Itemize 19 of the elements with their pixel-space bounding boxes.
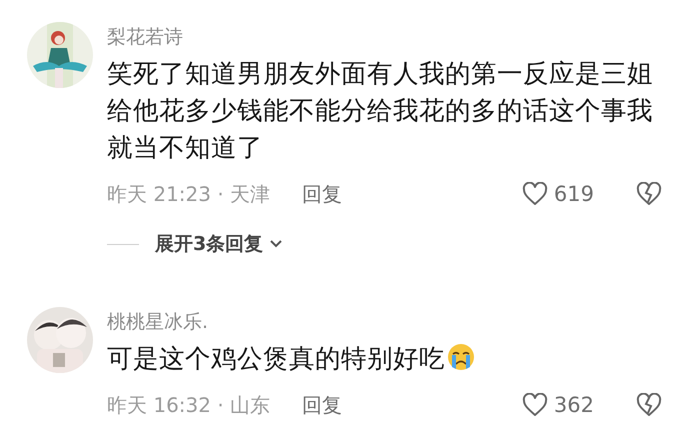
timestamp-location: 昨天 16:32 · 山东 (107, 392, 270, 418)
username[interactable]: 梨花若诗 (107, 24, 662, 50)
broken-heart-icon (636, 393, 662, 417)
crying-face-icon (447, 343, 475, 371)
comment-text: 可是这个鸡公煲真的特别好吃 (107, 341, 662, 378)
heart-icon (522, 182, 548, 206)
like-button[interactable]: 362 (522, 393, 594, 417)
dislike-button[interactable] (636, 393, 662, 417)
like-button[interactable]: 619 (522, 182, 594, 206)
comment-text: 笑死了知道男朋友外面有人我的第一反应是三姐给他花多少钱能不能分给我花的多的话这个事我就当不知道了 (107, 58, 654, 165)
dislike-button[interactable] (636, 182, 662, 206)
reply-link[interactable]: 回复 (302, 392, 342, 418)
expand-replies-button[interactable]: 展开3条回复 (155, 231, 284, 257)
username[interactable]: 桃桃星冰乐. (107, 309, 662, 335)
chevron-down-icon (269, 239, 284, 249)
timestamp-location: 昨天 21:23 · 天津 (107, 180, 270, 208)
heart-icon (522, 393, 548, 417)
broken-heart-icon (636, 182, 662, 206)
reply-link[interactable]: 回复 (302, 180, 342, 208)
